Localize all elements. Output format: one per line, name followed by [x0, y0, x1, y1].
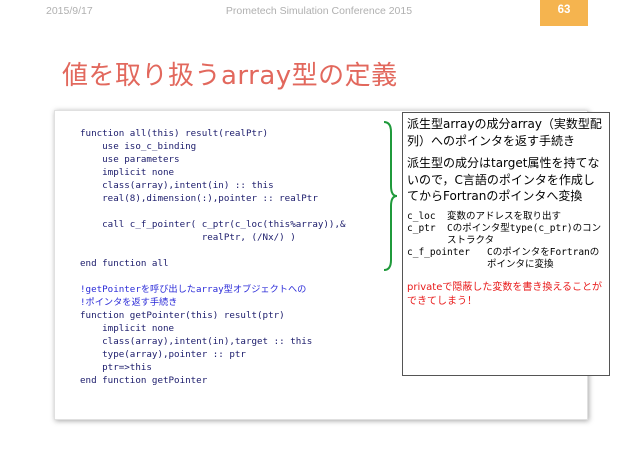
code-line: !getPointerを呼び出したarray型オブジェクトへの — [80, 284, 307, 295]
definition-desc: CのポインタをFortranのポインタに変換 — [487, 246, 600, 270]
code-line: end function getPointer — [80, 375, 208, 386]
code-line: ptr=>this — [80, 362, 152, 373]
note-para-1: 派生型arrayの成分array（実数型配列）へのポインタを返す手続き — [407, 117, 602, 148]
warning-text: privateで隠蔽した変数を書き換えることができてしまう！ — [407, 281, 603, 307]
definition-item: c_loc 変数のアドレスを取り出す — [407, 211, 605, 223]
definition-desc: Cのポインタ型type(c_ptr)のコンストラクタ — [447, 222, 602, 246]
code-line: call c_f_pointer( c_ptr(c_loc(this%array… — [80, 219, 346, 230]
definition-item: c_ptr Cのポインタ型type(c_ptr)のコンストラクタ — [407, 223, 605, 247]
code-line: class(array),intent(in) :: this — [80, 180, 274, 191]
code-line: type(array),pointer :: ptr — [80, 349, 246, 360]
explanation-box: 派生型arrayの成分array（実数型配列）へのポインタを返す手続き 派生型の… — [402, 112, 610, 376]
code-line: use iso_c_binding — [80, 141, 197, 152]
definitions-list: c_loc 変数のアドレスを取り出す c_ptr Cのポインタ型type(c_p… — [403, 211, 609, 271]
right-brace-icon — [383, 121, 398, 271]
code-line: function getPointer(this) result(ptr) — [80, 310, 285, 321]
code-line: realPtr, (/Nx/) ) — [80, 232, 296, 243]
code-block: function all(this) result(realPtr) use i… — [80, 127, 346, 387]
code-line: class(array),intent(in),target :: this — [80, 336, 313, 347]
code-line: real(8),dimension(:),pointer :: realPtr — [80, 193, 318, 204]
definition-term: c_loc — [407, 210, 436, 222]
slide-number: 63 — [557, 4, 571, 16]
definition-term: c_f_pointer — [407, 246, 470, 258]
code-line: end function all — [80, 258, 169, 269]
code-line: implicit none — [80, 323, 175, 334]
code-line: use parameters — [80, 154, 180, 165]
code-line: !ポインタを返す手続き — [80, 297, 178, 308]
definition-term: c_ptr — [407, 222, 436, 234]
slide-title: 値を取り扱うarray型の定義 — [62, 61, 398, 91]
definition-desc: 変数のアドレスを取り出す — [447, 210, 562, 222]
definition-item: c_f_pointer CのポインタをFortranのポインタに変換 — [407, 247, 605, 271]
code-line: function all(this) result(realPtr) — [80, 128, 269, 139]
code-line: implicit none — [80, 167, 175, 178]
note-para-2: 派生型の成分はtarget属性を持てないので，C言語のポインタを作成してからFo… — [407, 156, 600, 203]
